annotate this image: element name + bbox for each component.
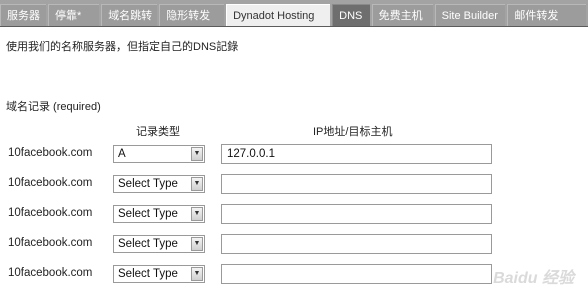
tab-3[interactable]: 隐形转发 [159,4,225,26]
row-domain-name: 10facebook.com [8,267,93,279]
tab-4[interactable]: Dynadot Hosting [226,4,331,26]
record-type-select[interactable]: Select Type ▼ [113,235,205,253]
page-subtitle: 使用我们的名称服务器，但指定自己的DNS記錄 [6,41,239,53]
record-type-header: 记录类型 [136,126,180,138]
row-domain-name: 10facebook.com [8,207,93,219]
record-type-select[interactable]: A ▼ [113,145,205,163]
watermark: Baidu 经验 [493,270,574,287]
ip-target-input[interactable] [221,264,492,284]
record-type-value: Select Type [118,178,178,190]
dropdown-arrow-icon[interactable]: ▼ [191,147,203,161]
row-domain-name: 10facebook.com [8,237,93,249]
tab-2[interactable]: 域名跳转 [101,4,158,26]
row-domain-name: 10facebook.com [8,147,93,159]
record-type-select[interactable]: Select Type ▼ [113,205,205,223]
tab-6[interactable]: 免费主机 [371,4,433,26]
record-type-value: Select Type [118,238,178,250]
tab-0[interactable]: 服务器 [0,4,46,26]
dropdown-arrow-icon[interactable]: ▼ [191,177,203,191]
ip-target-input[interactable] [221,204,492,224]
domain-records-label: 域名记录 (required) [6,101,101,113]
tab-8[interactable]: 邮件转发 [507,4,587,26]
record-type-value: Select Type [118,268,178,280]
record-type-value: A [118,148,126,160]
ip-target-input[interactable] [221,234,492,254]
ip-target-header: IP地址/目标主机 [313,126,393,138]
ip-target-input[interactable] [221,144,492,164]
record-type-select[interactable]: Select Type ▼ [113,175,205,193]
row-domain-name: 10facebook.com [8,177,93,189]
record-type-select[interactable]: Select Type ▼ [113,265,205,283]
record-type-value: Select Type [118,208,178,220]
tab-5[interactable]: DNS [332,4,370,26]
ip-target-input[interactable] [221,174,492,194]
dropdown-arrow-icon[interactable]: ▼ [191,207,203,221]
tab-bar: 服务器 停靠* 域名跳转 隐形转发 Dynadot Hosting DNS 免费主机 Site… [0,0,588,27]
tab-7[interactable]: Site Builder [434,4,506,26]
dropdown-arrow-icon[interactable]: ▼ [191,267,203,281]
tab-1[interactable]: 停靠* [48,4,100,26]
dropdown-arrow-icon[interactable]: ▼ [191,237,203,251]
